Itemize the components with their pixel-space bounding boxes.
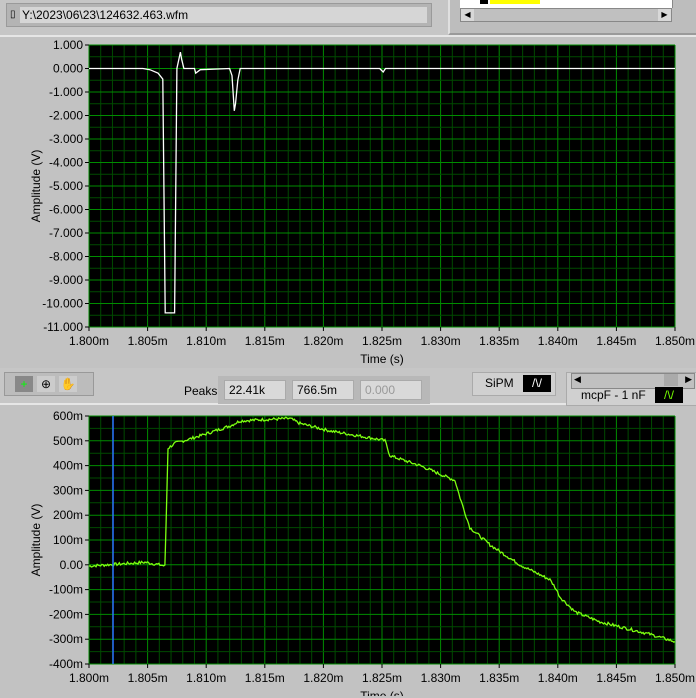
x-tick-label: 1.830m	[421, 334, 461, 348]
x-tick-label: 1.805m	[128, 334, 168, 348]
y-tick-label: -2.000	[49, 109, 83, 123]
x-tick-label: 1.850m	[655, 671, 695, 685]
x-tick-label: 1.830m	[421, 671, 461, 685]
y-tick-label: -5.000	[49, 179, 83, 193]
sipm-plot-style-icon[interactable]: /\/	[523, 375, 551, 392]
y-tick-label: -1.000	[49, 85, 83, 99]
y-axis-label: Amplitude (V)	[29, 504, 43, 577]
x-tick-label: 1.840m	[538, 671, 578, 685]
y-tick-label: -300m	[49, 632, 83, 646]
chart-1[interactable]: 1.800m 1.805m 1.810m 1.815m 1.820m 1.825m 1.83…	[29, 409, 695, 696]
y-tick-label: -11.000	[43, 320, 83, 334]
y-axis-label: Amplitude (V)	[29, 150, 43, 223]
legend-scroll-right-icon[interactable]: ▶	[685, 374, 692, 385]
peak-value-2[interactable]: 766.5m	[292, 380, 354, 400]
y-tick-label: -400m	[49, 657, 83, 671]
x-tick-label: 1.810m	[186, 334, 226, 348]
y-tick-label: -3.000	[49, 132, 83, 146]
x-tick-label: 1.800m	[69, 671, 109, 685]
sipm-legend[interactable]: SiPM /\/	[472, 372, 556, 396]
x-tick-label: 1.840m	[538, 334, 578, 348]
mcp-plot-style-icon[interactable]: /\/	[655, 387, 683, 403]
y-tick-label: 100m	[53, 533, 83, 547]
y-tick-label: 0.000	[53, 62, 83, 76]
y-tick-label: -6.000	[49, 203, 83, 217]
x-axis-label: Time (s)	[360, 689, 404, 696]
x-tick-label: 1.845m	[596, 671, 636, 685]
y-tick-label: -8.000	[49, 250, 83, 264]
y-tick-label: -200m	[49, 607, 83, 621]
legend-scroll-left-icon[interactable]: ◀	[574, 374, 581, 385]
cursor-tool-icon[interactable]: +	[15, 376, 33, 392]
peak-value-1[interactable]: 22.41k	[224, 380, 286, 400]
x-tick-label: 1.810m	[186, 671, 226, 685]
x-tick-label: 1.820m	[303, 334, 343, 348]
top-waveform-graph[interactable]: 1.800m 1.805m 1.810m 1.815m 1.820m 1.825m 1.83…	[0, 0, 696, 696]
legend-scroll-thumb[interactable]	[664, 374, 678, 386]
x-tick-label: 1.800m	[69, 334, 109, 348]
x-axis-label: Time (s)	[360, 352, 404, 366]
x-tick-label: 1.815m	[245, 671, 285, 685]
y-tick-label: 500m	[53, 434, 83, 448]
y-tick-label: 1.000	[53, 38, 83, 52]
y-tick-label: 600m	[53, 409, 83, 423]
x-tick-label: 1.835m	[479, 334, 519, 348]
x-tick-label: 1.825m	[362, 334, 402, 348]
zoom-tool-icon[interactable]: ⊕	[37, 376, 55, 392]
x-tick-label: 1.815m	[245, 334, 285, 348]
mcp-legend[interactable]: ◀ ▶ mcpF - 1 nF /\/	[566, 372, 696, 406]
y-tick-label: 0.00	[60, 558, 84, 572]
y-tick-label: -100m	[49, 583, 83, 597]
graph-palette: + ⊕ ✋	[4, 372, 94, 396]
peak-value-3[interactable]: 0.000	[360, 380, 422, 400]
pan-tool-icon[interactable]: ✋	[59, 376, 77, 392]
peaks-label: Peaks	[184, 384, 218, 398]
y-tick-label: 300m	[53, 483, 83, 497]
y-tick-label: 400m	[53, 459, 83, 473]
y-tick-label: -9.000	[49, 273, 83, 287]
y-tick-label: -4.000	[49, 156, 83, 170]
x-tick-label: 1.820m	[303, 671, 343, 685]
x-tick-label: 1.850m	[655, 334, 695, 348]
sipm-label: SiPM	[485, 376, 514, 390]
x-tick-label: 1.835m	[479, 671, 519, 685]
y-tick-label: -10.000	[42, 297, 83, 311]
y-tick-label: -7.000	[49, 226, 83, 240]
y-tick-label: 200m	[53, 508, 83, 522]
x-tick-label: 1.805m	[128, 671, 168, 685]
x-tick-label: 1.825m	[362, 671, 402, 685]
chart-0[interactable]: 1.800m 1.805m 1.810m 1.815m 1.820m 1.825m 1.83…	[29, 38, 695, 366]
mcp-label: mcpF - 1 nF	[581, 388, 646, 402]
x-tick-label: 1.845m	[596, 334, 636, 348]
